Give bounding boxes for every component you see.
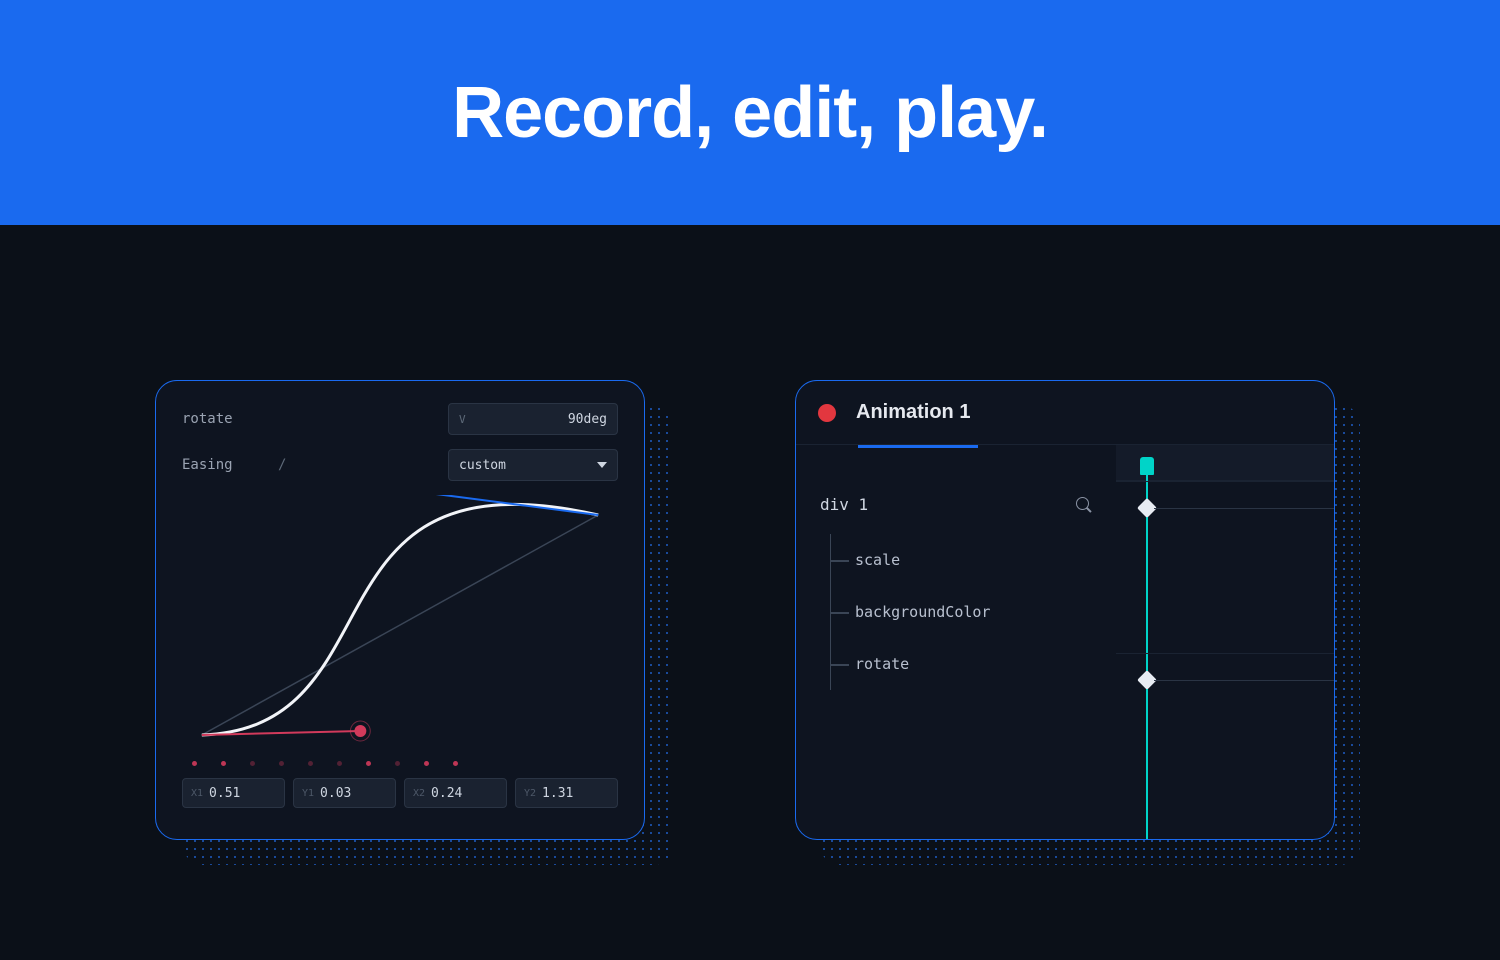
chevron-down-icon — [597, 462, 607, 468]
keyframe-row-rotate[interactable] — [1116, 481, 1334, 533]
bezier-curve-canvas[interactable] — [182, 495, 618, 755]
easing-row: Easing / custom — [182, 449, 618, 481]
rotate-value-input[interactable]: V 90deg — [448, 403, 618, 435]
element-row[interactable]: div 1 — [820, 495, 1092, 514]
search-icon[interactable] — [1076, 497, 1092, 513]
keyframe-row-scale[interactable] — [1116, 653, 1334, 705]
easing-label: Easing — [182, 457, 262, 473]
rotate-row: rotate V 90deg — [182, 403, 618, 435]
timeline-ruler[interactable] — [1116, 445, 1334, 481]
element-name: div 1 — [820, 495, 868, 514]
bezier-inputs-row: X1 0.51 Y1 0.03 X2 0.24 Y2 1.31 — [182, 778, 618, 808]
property-scale[interactable]: scale — [831, 534, 1092, 586]
curve-markers — [182, 761, 618, 766]
tracks-column: div 1 scale backgroundColor rotate — [796, 445, 1116, 839]
bezier-x2-input[interactable]: X2 0.24 — [404, 778, 507, 808]
rotate-value: 90deg — [568, 412, 607, 427]
property-rotate[interactable]: rotate — [831, 638, 1092, 690]
timeline-panel: Animation 1 div 1 scale backgroundColor … — [795, 380, 1335, 840]
bezier-y1-input[interactable]: Y1 0.03 — [293, 778, 396, 808]
property-tree: scale backgroundColor rotate — [830, 534, 1092, 690]
rotate-label: rotate — [182, 411, 262, 427]
animation-title[interactable]: Animation 1 — [856, 401, 970, 424]
timeline-header: Animation 1 — [796, 381, 1334, 445]
property-background-color[interactable]: backgroundColor — [831, 586, 1092, 638]
stage: rotate V 90deg Easing / custom — [0, 225, 1500, 960]
hero-headline: Record, edit, play. — [452, 72, 1048, 154]
rotate-indicator: V — [459, 413, 466, 426]
easing-value: custom — [459, 458, 506, 473]
playhead-handle[interactable] — [1140, 457, 1154, 475]
easing-select[interactable]: custom — [448, 449, 618, 481]
bezier-y2-input[interactable]: Y2 1.31 — [515, 778, 618, 808]
hero-banner: Record, edit, play. — [0, 0, 1500, 225]
record-icon[interactable] — [818, 404, 836, 422]
timeline-column — [1116, 445, 1334, 839]
easing-editor-panel: rotate V 90deg Easing / custom — [155, 380, 645, 840]
easing-separator: / — [278, 457, 286, 473]
bezier-x1-input[interactable]: X1 0.51 — [182, 778, 285, 808]
